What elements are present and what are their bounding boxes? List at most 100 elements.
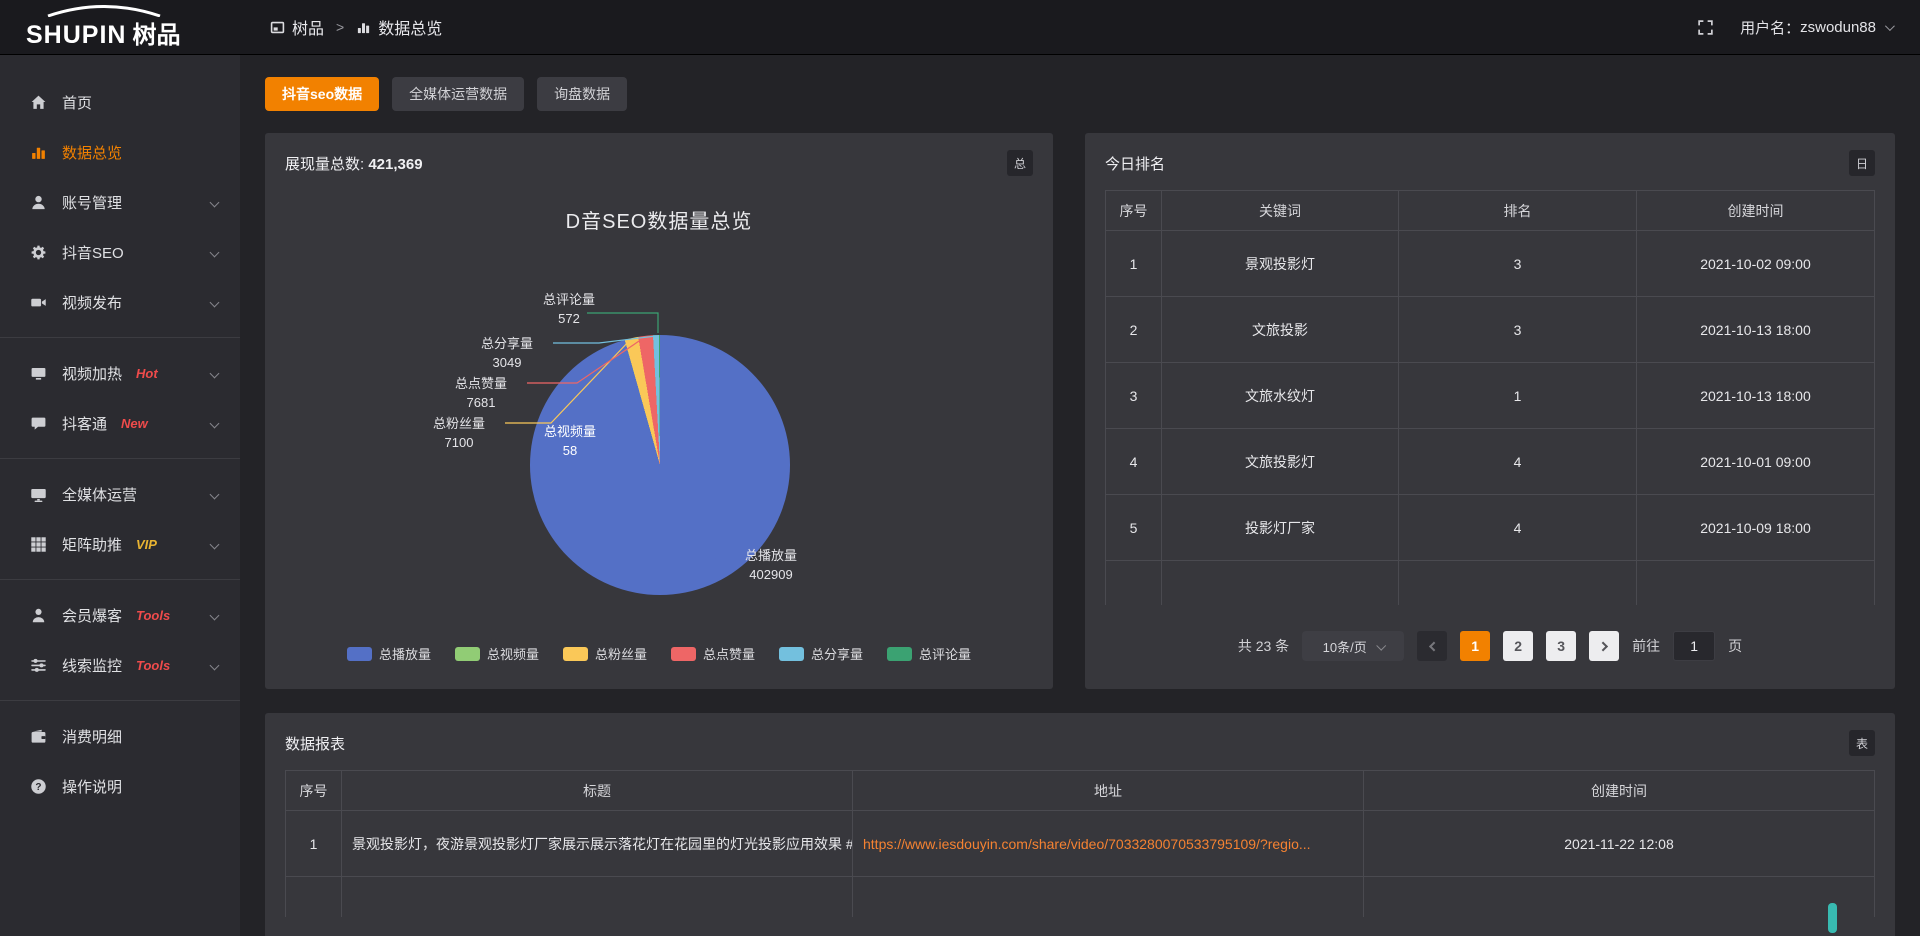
- logo-suffix: 树品: [132, 15, 180, 50]
- chart-legend: 总播放量 总视频量 总粉丝量 总点赞量 总分享量 总评论量: [265, 644, 1053, 663]
- sidebar-item-label: 账号管理: [62, 192, 122, 213]
- page-button-2[interactable]: 2: [1503, 631, 1533, 661]
- sidebar-item-video-publish[interactable]: 视频发布: [0, 277, 240, 327]
- ranking-header-cell: 关键词: [1162, 191, 1399, 231]
- pie-label-value: 572: [523, 310, 615, 329]
- page-button-3[interactable]: 3: [1546, 631, 1576, 661]
- sidebar-item-label: 抖音SEO: [62, 242, 124, 263]
- ranking-title: 今日排名: [1105, 153, 1165, 174]
- page-size-select[interactable]: 10条/页: [1302, 631, 1404, 661]
- table-cell: 文旅投影: [1162, 297, 1399, 363]
- legend-item-总点赞量[interactable]: 总点赞量: [671, 644, 755, 663]
- sidebar-item-badge: New: [121, 416, 148, 431]
- sidebar-item-matrix-boost[interactable]: 矩阵助推VIP: [0, 519, 240, 569]
- video-link[interactable]: https://www.iesdouyin.com/share/video/70…: [863, 836, 1353, 852]
- sidebar-item-home[interactable]: 首页: [0, 77, 240, 127]
- table-cell: 5: [1106, 495, 1162, 561]
- legend-item-总评论量[interactable]: 总评论量: [887, 644, 971, 663]
- page-button-1[interactable]: 1: [1460, 631, 1490, 661]
- table-row[interactable]: 1景观投影灯32021-10-02 09:00: [1106, 231, 1875, 297]
- table-row[interactable]: 2文旅投影32021-10-13 18:00: [1106, 297, 1875, 363]
- tab-2[interactable]: 全媒体运营数据: [392, 77, 524, 111]
- legend-item-总粉丝量[interactable]: 总粉丝量: [563, 644, 647, 663]
- sidebar-item-label: 线索监控: [62, 655, 122, 676]
- chevron-down-icon: [210, 489, 220, 499]
- sidebar-item-member-burst[interactable]: 会员爆客Tools: [0, 590, 240, 640]
- sidebar-item-douyin-seo[interactable]: 抖音SEO: [0, 227, 240, 277]
- chevron-left-icon: [1429, 641, 1439, 651]
- pie-label-总播放量: 总播放量402909: [715, 547, 827, 585]
- pie-label-value: 7100: [413, 434, 505, 453]
- legend-label: 总播放量: [379, 644, 431, 663]
- report-table: 序号标题地址创建时间 1景观投影灯，夜游景观投影灯厂家展示展示落花灯在花园里的灯…: [285, 770, 1875, 917]
- table-row-partial: [1106, 561, 1875, 605]
- monitor-icon: [30, 486, 48, 503]
- legend-item-总播放量[interactable]: 总播放量: [347, 644, 431, 663]
- next-page-button[interactable]: [1589, 631, 1619, 661]
- scrollbar-thumb[interactable]: [1828, 903, 1837, 933]
- table-cell: 2: [1106, 297, 1162, 363]
- fullscreen-icon[interactable]: [1697, 19, 1714, 36]
- legend-item-总分享量[interactable]: 总分享量: [779, 644, 863, 663]
- sidebar-item-label: 数据总览: [62, 142, 122, 163]
- sidebar-item-video-heat[interactable]: 视频加热Hot: [0, 348, 240, 398]
- sidebar-item-media-operation[interactable]: 全媒体运营: [0, 469, 240, 519]
- sidebar-item-label: 会员爆客: [62, 605, 122, 626]
- table-row[interactable]: 3文旅水纹灯12021-10-13 18:00: [1106, 363, 1875, 429]
- sidebar-item-consumption-detail[interactable]: 消费明细: [0, 711, 240, 761]
- username-label: 用户名：: [1740, 17, 1800, 38]
- username-value[interactable]: zswodun88: [1800, 19, 1876, 36]
- report-header-cell: 创建时间: [1364, 771, 1875, 811]
- sidebar-item-clue-monitor[interactable]: 线索监控Tools: [0, 640, 240, 690]
- video-upload-icon: [30, 294, 48, 311]
- table-toggle-button[interactable]: 表: [1849, 730, 1875, 756]
- sidebar-item-data-overview[interactable]: 数据总览: [0, 127, 240, 177]
- legend-swatch: [887, 647, 912, 661]
- sidebar-item-doukestong[interactable]: 抖客通 New: [0, 398, 240, 448]
- pie-label-value: 3049: [461, 354, 553, 373]
- sidebar-item-label: 视频加热: [62, 363, 122, 384]
- sidebar-item-account-manage[interactable]: 账号管理: [0, 177, 240, 227]
- prev-page-button[interactable]: [1417, 631, 1447, 661]
- breadcrumb-current: 数据总览: [378, 15, 442, 39]
- table-row-partial: [286, 877, 1875, 917]
- tab-3[interactable]: 询盘数据: [537, 77, 627, 111]
- chevron-down-icon: [210, 247, 220, 257]
- chevron-down-icon: [210, 660, 220, 670]
- table-cell: 3: [1399, 231, 1637, 297]
- sidebar-item-label: 抖客通: [62, 413, 107, 434]
- table-row[interactable]: 4文旅投影灯42021-10-01 09:00: [1106, 429, 1875, 495]
- day-toggle-button[interactable]: 日: [1849, 150, 1875, 176]
- sidebar-item-label: 消费明细: [62, 726, 122, 747]
- table-cell: [342, 877, 853, 917]
- table-row[interactable]: 1景观投影灯，夜游景观投影灯厂家展示展示落花灯在花园里的灯光投影应用效果 #ht…: [286, 811, 1875, 877]
- chevron-down-icon[interactable]: [1885, 21, 1895, 31]
- breadcrumb-root[interactable]: 树品: [292, 15, 324, 39]
- tab-1[interactable]: 抖音seo数据: [265, 77, 379, 111]
- app-logo[interactable]: SHUPIN 树品: [0, 5, 240, 50]
- chart-title: D音SEO数据量总览: [265, 205, 1053, 234]
- table-cell: 2021-10-01 09:00: [1637, 429, 1875, 495]
- main-content: 抖音seo数据全媒体运营数据询盘数据 展现量总数: 421,369 总 D音SE…: [240, 55, 1920, 936]
- table-cell-title: 景观投影灯，夜游景观投影灯厂家展示展示落花灯在花园里的灯光投影应用效果 #: [342, 811, 853, 877]
- sidebar-item-label: 首页: [62, 92, 92, 113]
- pie-label-name: 总视频量: [525, 423, 615, 442]
- breadcrumb: 树品 > 数据总览: [270, 15, 442, 39]
- wallet-icon: [30, 728, 48, 745]
- table-cell: 2021-10-09 18:00: [1637, 495, 1875, 561]
- sidebar-item-instructions[interactable]: ?操作说明: [0, 761, 240, 811]
- sidebar-divider: [0, 458, 240, 459]
- chevron-down-icon: [210, 610, 220, 620]
- legend-item-总视频量[interactable]: 总视频量: [455, 644, 539, 663]
- chevron-down-icon: [210, 539, 220, 549]
- table-cell: 文旅投影灯: [1162, 429, 1399, 495]
- legend-swatch: [455, 647, 480, 661]
- goto-label: 前往: [1632, 636, 1660, 656]
- person-icon: [30, 607, 48, 624]
- goto-page-input[interactable]: [1673, 631, 1715, 661]
- table-row[interactable]: 5投影灯厂家42021-10-09 18:00: [1106, 495, 1875, 561]
- ranking-table: 序号关键词排名创建时间 1景观投影灯32021-10-02 09:002文旅投影…: [1105, 190, 1875, 605]
- legend-label: 总粉丝量: [595, 644, 647, 663]
- report-header-cell: 标题: [342, 771, 853, 811]
- table-cell: [1106, 561, 1162, 605]
